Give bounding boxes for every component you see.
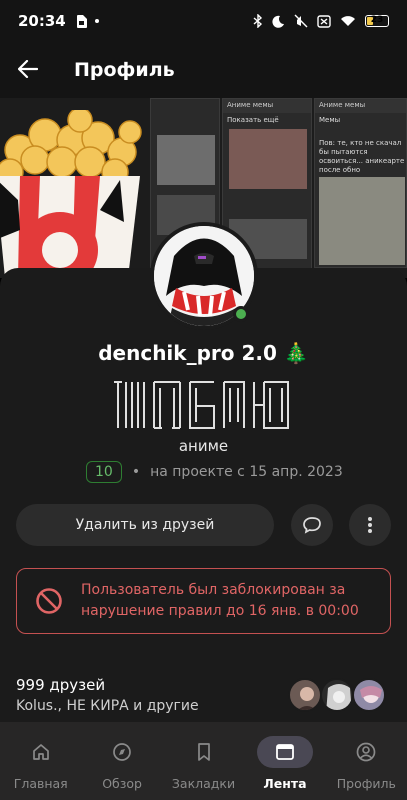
no-sim-icon: [317, 14, 331, 28]
ban-text-line1: Пользователь был заблокирован за: [81, 582, 346, 598]
join-date: на проекте с 15 апр. 2023: [150, 464, 343, 480]
friend-avatar: [288, 678, 322, 712]
meme-image: [319, 177, 405, 265]
compass-icon: [113, 743, 131, 761]
clock: 20:34: [18, 12, 66, 30]
chat-bubble-icon: [303, 517, 321, 534]
nav-label: Главная: [13, 776, 68, 791]
status-bar: 20:34 23: [0, 0, 407, 42]
username: denchik_pro 2.0 🎄: [98, 341, 309, 365]
unfriend-button[interactable]: Удалить из друзей: [16, 504, 274, 546]
skeleton-meme-image: [157, 135, 215, 185]
page-title: Профиль: [74, 59, 175, 81]
card-caption: Пов: те, кто не скачал бы пытаются освои…: [319, 139, 405, 174]
friend-avatar: [352, 678, 386, 712]
battery-icon: 23: [365, 15, 389, 27]
meme-image: [229, 129, 307, 189]
ban-text-line2: нарушение правил до 16 янв. в 00:00: [81, 603, 359, 619]
profile-meta: 10 • на проекте с 15 апр. 2023: [86, 461, 343, 483]
arrow-left-icon: [17, 59, 39, 79]
nav-item-feed[interactable]: Лента: [244, 722, 325, 800]
status-art-image: [114, 381, 289, 429]
sim-card-icon: [76, 14, 87, 28]
blocked-icon: [36, 588, 62, 614]
nav-label: Профиль: [336, 776, 396, 791]
card-subtitle: Показать ещё: [227, 116, 279, 124]
more-options-button[interactable]: [349, 504, 391, 546]
more-vertical-icon: [368, 517, 372, 533]
bluetooth-icon: [253, 14, 263, 28]
popcorn-image: [0, 110, 142, 278]
nav-item-bookmarks[interactable]: Закладки: [163, 722, 244, 800]
bookmark-icon: [197, 743, 210, 761]
friend-avatar: [320, 678, 354, 712]
back-button[interactable]: [17, 56, 54, 84]
wifi-icon: [341, 16, 355, 26]
nav-label: Закладки: [171, 776, 236, 791]
card-header: Аниме мемы: [315, 99, 406, 113]
nav-item-explore[interactable]: Обзор: [81, 722, 162, 800]
home-icon: [32, 744, 49, 760]
app-bar: Профиль: [0, 42, 407, 98]
nav-item-profile[interactable]: Профиль: [326, 722, 407, 800]
bottom-navigation: Главная Обзор Закладки Лента Профиль: [0, 722, 407, 800]
separator-dot: •: [131, 464, 141, 480]
mute-icon: [294, 14, 308, 28]
level-badge[interactable]: 10: [86, 461, 122, 483]
card-header: Аниме мемы: [223, 99, 311, 113]
notification-dot-icon: [94, 19, 99, 23]
profile-icon: [356, 742, 376, 762]
do-not-disturb-icon: [272, 15, 284, 28]
nav-label: Обзор: [102, 776, 142, 791]
ban-notice: Пользователь был заблокирован за нарушен…: [16, 568, 391, 634]
feed-icon: [276, 744, 294, 760]
nav-label: Лента: [263, 776, 307, 791]
banner-card: Аниме мемы Мемы Пов: те, кто не скачал б…: [314, 98, 407, 268]
card-subtitle: Мемы: [319, 116, 341, 124]
profile-bio: аниме: [178, 437, 229, 455]
message-button[interactable]: [291, 504, 333, 546]
nav-item-home[interactable]: Главная: [0, 722, 81, 800]
online-indicator: [233, 306, 249, 322]
